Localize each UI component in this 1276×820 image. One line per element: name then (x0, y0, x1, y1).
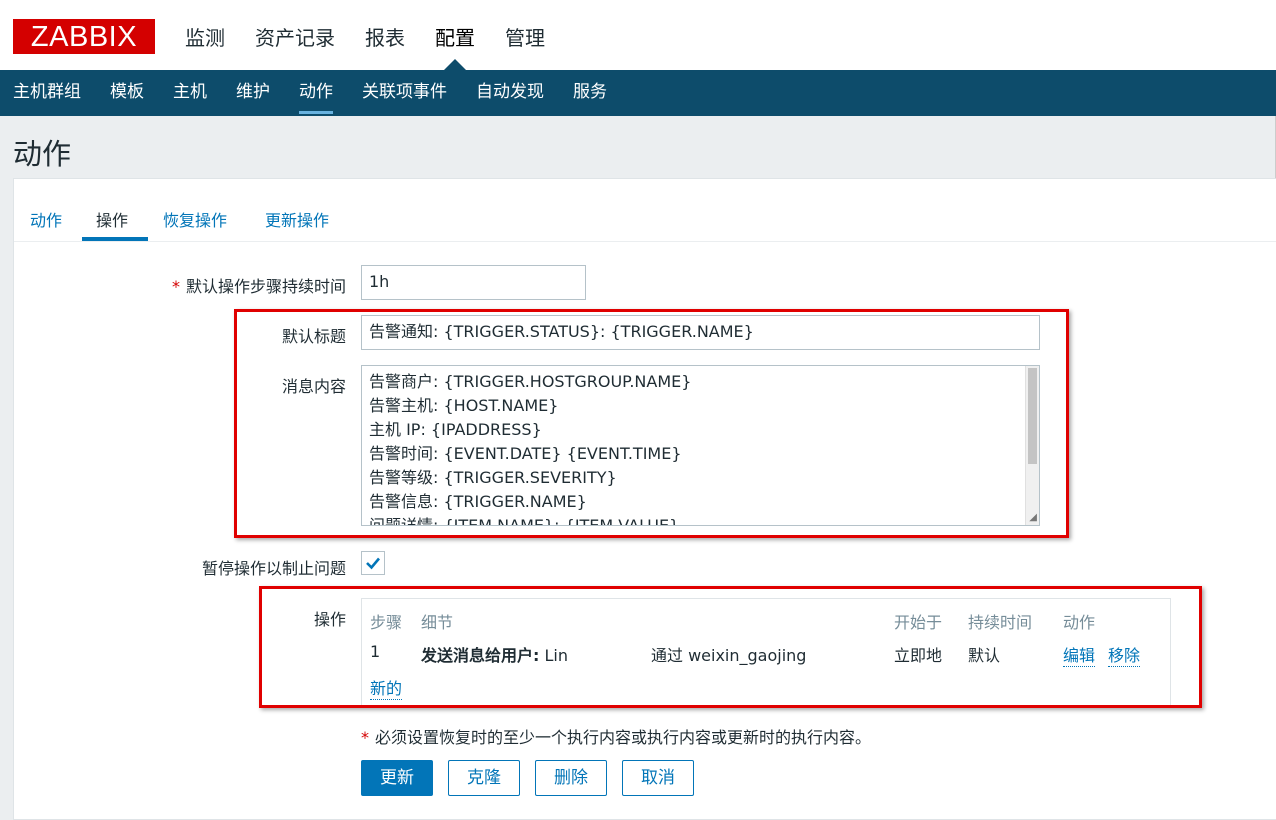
tab-operations[interactable]: 操作 (96, 207, 128, 231)
op-new-link[interactable]: 新的 (370, 675, 403, 700)
nav-administration[interactable]: 管理 (505, 0, 545, 70)
scrollbar-thumb[interactable] (1028, 368, 1037, 464)
op-detail-user: Lin (544, 646, 569, 665)
zabbix-logo[interactable]: ZABBIX (13, 19, 155, 54)
delete-button[interactable]: 删除 (535, 760, 607, 796)
subnav-maintenance[interactable]: 维护 (236, 70, 270, 116)
required-footnote: * 必须设置恢复时的至少一个执行内容或执行内容或更新时的执行内容。 (361, 724, 871, 748)
update-button[interactable]: 更新 (361, 760, 433, 796)
message-textarea[interactable]: 告警商户: {TRIGGER.HOSTGROUP.NAME} 告警主机: {HO… (361, 365, 1040, 526)
message-line: 告警商户: {TRIGGER.HOSTGROUP.NAME} (369, 372, 692, 391)
pause-checkbox[interactable] (361, 551, 385, 575)
tab-bar: 动作 操作 恢复操作 更新操作 (14, 179, 1276, 242)
resize-grip-icon[interactable]: ◢ (1029, 513, 1037, 523)
op-detail-via: 通过 weixin_gaojing (651, 646, 807, 665)
message-line: 主机 IP: {IPADDRESS} (369, 420, 542, 439)
page-title: 动作 (13, 137, 72, 171)
subject-input[interactable]: 告警通知: {TRIGGER.STATUS}: {TRIGGER.NAME} (361, 315, 1040, 350)
active-tab-indicator (82, 237, 148, 241)
checkmark-icon (366, 557, 380, 570)
nav-monitoring[interactable]: 监测 (185, 0, 225, 70)
nav-reports[interactable]: 报表 (365, 0, 405, 70)
tab-action[interactable]: 动作 (30, 207, 62, 231)
tab-update-operations[interactable]: 更新操作 (265, 207, 329, 231)
nav-configuration[interactable]: 配置 (435, 0, 475, 70)
message-line: 告警时间: {EVENT.DATE} {EVENT.TIME} (369, 444, 682, 463)
subnav-discovery[interactable]: 自动发现 (476, 70, 544, 116)
top-header: ZABBIX 监测 资产记录 报表 配置 管理 (0, 0, 1276, 70)
col-header-step: 步骤 (370, 613, 403, 632)
col-header-duration: 持续时间 (968, 613, 1033, 632)
pause-label: 暂停操作以制止问题 (201, 559, 346, 578)
subject-label: 默认标题 (281, 327, 346, 346)
main-nav: 监测 资产记录 报表 配置 管理 (185, 0, 575, 70)
op-start: 立即地 (894, 646, 943, 665)
subnav-correlation[interactable]: 关联项事件 (362, 70, 447, 116)
step-duration-label: * 默认操作步骤持续时间 (144, 273, 346, 297)
clone-button[interactable]: 克隆 (448, 760, 520, 796)
cancel-button[interactable]: 取消 (622, 760, 694, 796)
op-detail-type: 发送消息给用户: (421, 646, 540, 665)
subnav-host-groups[interactable]: 主机群组 (13, 70, 81, 116)
footnote-text: 必须设置恢复时的至少一个执行内容或执行内容或更新时的执行内容。 (375, 728, 872, 747)
step-duration-input[interactable]: 1h (361, 265, 586, 300)
op-duration: 默认 (968, 646, 1001, 665)
message-line: 告警等级: {TRIGGER.SEVERITY} (369, 468, 617, 487)
col-header-start-in: 开始于 (894, 613, 943, 632)
op-detail: 发送消息给用户: Lin (421, 642, 568, 666)
message-label: 消息内容 (281, 377, 346, 396)
op-edit-link[interactable]: 编辑 (1063, 642, 1096, 667)
subnav-hosts[interactable]: 主机 (173, 70, 207, 116)
form-panel: 动作 操作 恢复操作 更新操作 * 默认操作步骤持续时间 1h 默认标题 告警通知… (13, 178, 1276, 820)
message-line: 告警信息: {TRIGGER.NAME} (369, 492, 587, 511)
subnav-templates[interactable]: 模板 (110, 70, 144, 116)
footnote-star: * (361, 728, 369, 747)
step-duration-label-text: 默认操作步骤持续时间 (185, 277, 346, 296)
operations-table: 步骤 细节 开始于 持续时间 动作 1 发送消息给用户: Lin 通过 weix… (361, 598, 1171, 706)
textarea-scrollbar[interactable] (1025, 366, 1039, 525)
page: ZABBIX 监测 资产记录 报表 配置 管理 主机群组 模板 主机 维护 动作… (0, 0, 1276, 820)
message-line: 问题详情: {ITEM.NAME}: {ITEM.VALUE} (369, 516, 680, 526)
col-header-details: 细节 (421, 613, 454, 632)
operations-label: 操作 (313, 610, 346, 629)
required-marker: * (171, 277, 180, 296)
col-header-action: 动作 (1063, 613, 1096, 632)
sub-nav: 主机群组 模板 主机 维护 动作 关联项事件 自动发现 服务 (0, 70, 1276, 116)
nav-inventory[interactable]: 资产记录 (255, 0, 335, 70)
tab-recovery-operations[interactable]: 恢复操作 (163, 207, 227, 231)
op-remove-link[interactable]: 移除 (1108, 642, 1141, 667)
message-line: 告警主机: {HOST.NAME} (369, 396, 559, 415)
op-step: 1 (370, 642, 381, 661)
subnav-actions[interactable]: 动作 (299, 70, 333, 116)
subnav-services[interactable]: 服务 (573, 70, 607, 116)
